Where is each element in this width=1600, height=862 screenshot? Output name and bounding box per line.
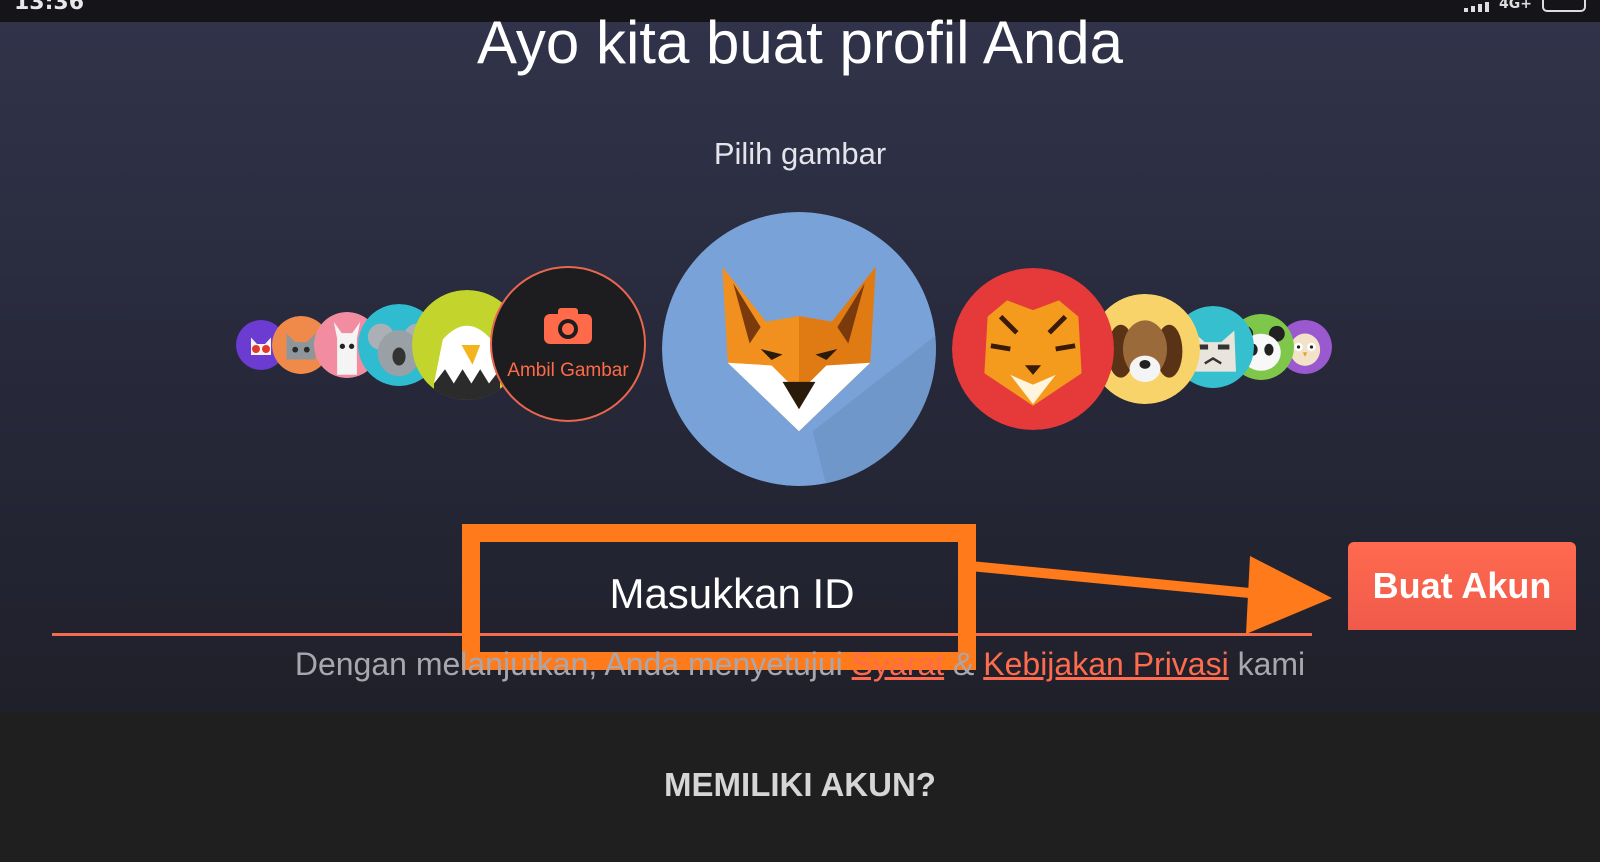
take-photo-button[interactable]: Ambil Gambar bbox=[490, 266, 646, 422]
pick-image-label: Pilih gambar bbox=[713, 136, 887, 171]
camera-icon bbox=[542, 306, 594, 346]
terms-link[interactable]: Syarat bbox=[852, 646, 944, 682]
selected-fox-avatar[interactable] bbox=[662, 212, 936, 486]
create-account-button[interactable]: Buat Akun bbox=[1348, 542, 1576, 630]
terms-and: & bbox=[944, 646, 984, 682]
terms-prefix: Dengan melanjutkan, Anda menyetujui bbox=[294, 646, 852, 682]
privacy-policy-link[interactable]: Kebijakan Privasi bbox=[983, 646, 1228, 682]
tiger-avatar[interactable] bbox=[952, 268, 1114, 430]
bottom-bar: MEMILIKI AKUN? bbox=[0, 712, 1600, 862]
id-input[interactable] bbox=[52, 553, 1364, 635]
id-input-container bbox=[52, 553, 1364, 636]
terms-suffix: kami bbox=[1228, 646, 1306, 682]
profile-setup-screen: Ayo kita buat profil Anda Pilih gambar A… bbox=[0, 9, 1600, 712]
terms-text: Dengan melanjutkan, Anda menyetujui Syar… bbox=[0, 646, 1600, 683]
take-photo-label: Ambil Gambar bbox=[507, 360, 629, 381]
have-account-link[interactable]: MEMILIKI AKUN? bbox=[0, 766, 1600, 804]
page-title: Ayo kita buat profil Anda bbox=[477, 9, 1123, 76]
